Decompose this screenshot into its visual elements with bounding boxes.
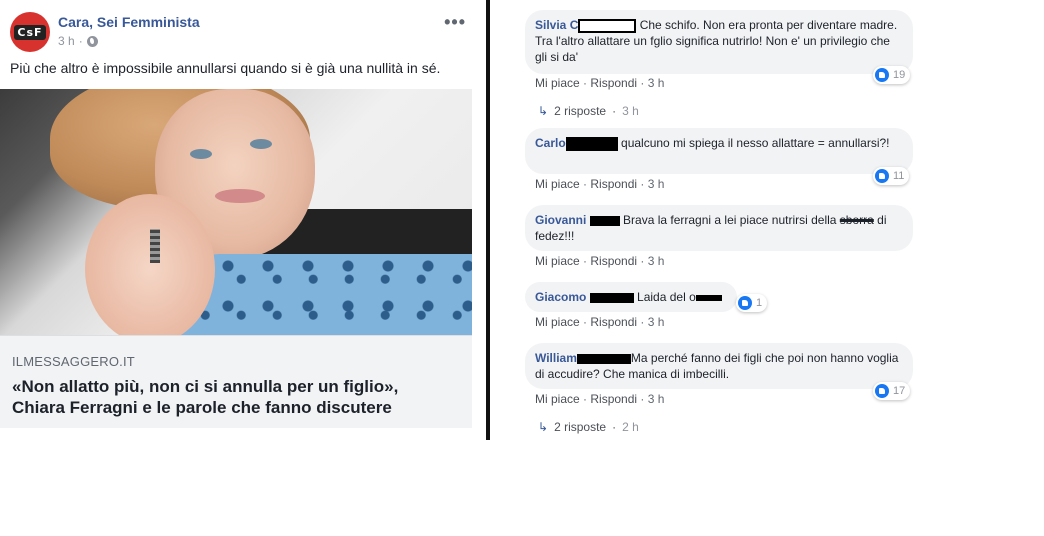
meta-separator: · (78, 34, 83, 48)
link-title[interactable]: «Non allatto più, non ci si annulla per … (12, 376, 452, 418)
redaction-bar (695, 294, 722, 301)
replies-label[interactable]: 2 risposte (554, 420, 606, 434)
comment-actions: Mi piace · Rispondi · 3 h (535, 177, 664, 191)
reply-arrow-icon: ↳ (538, 104, 549, 118)
action-separator: · (583, 254, 588, 268)
redaction-bar (578, 18, 637, 33)
reaction-count[interactable]: 19 (873, 66, 911, 84)
reply-link[interactable]: Rispondi (590, 76, 637, 90)
redaction-bar (589, 215, 620, 226)
image-lips (215, 189, 265, 203)
action-separator: · (640, 315, 645, 329)
reaction-count[interactable]: 11 (873, 167, 910, 185)
commenter-name-suffix: C (566, 18, 579, 32)
comment-actions: Mi piace · Rispondi · 3 h (535, 76, 664, 90)
link-preview[interactable]: ILMESSAGGERO.IT «Non allatto più, non ci… (0, 335, 472, 428)
comment-bubble: Giovanni Brava la ferragni a lei piace n… (525, 205, 913, 251)
commenter-name[interactable]: Carlo (535, 136, 566, 150)
reaction-count[interactable]: 1 (736, 294, 768, 312)
action-separator: · (583, 177, 588, 191)
replies-time: 2 h (622, 420, 639, 434)
commenter-name[interactable]: Giovanni (535, 213, 586, 227)
comment-time[interactable]: 3 h (648, 76, 665, 90)
image-baby-head (85, 194, 215, 335)
image-baby-eyes-pixelated (150, 229, 160, 263)
replies-time: 3 h (622, 104, 639, 118)
commenter-name[interactable]: Giacomo (535, 290, 586, 304)
link-domain: ILMESSAGGERO.IT (12, 354, 135, 369)
like-link[interactable]: Mi piace (535, 315, 580, 329)
comment-bubble: Giacomo Laida del o (525, 282, 737, 312)
image-baby-body (180, 254, 472, 335)
like-link[interactable]: Mi piace (535, 254, 580, 268)
comment-actions: Mi piace · Rispondi · 3 h (535, 315, 664, 329)
avatar-logo-text: CsF (14, 24, 46, 40)
like-link[interactable]: Mi piace (535, 76, 580, 90)
redaction-bar (589, 292, 634, 303)
more-options-icon[interactable]: ••• (444, 12, 466, 33)
action-separator: · (612, 420, 617, 434)
reply-link[interactable]: Rispondi (590, 315, 637, 329)
commenter-name[interactable]: William (535, 351, 577, 365)
post-time[interactable]: 3 h (58, 34, 75, 48)
action-separator: · (640, 254, 645, 268)
like-icon (875, 384, 889, 398)
facebook-post: CsF Cara, Sei Femminista 3 h · ••• Più c… (0, 0, 480, 440)
comment-time[interactable]: 3 h (648, 392, 665, 406)
comment-actions: Mi piace · Rispondi · 3 h (535, 392, 664, 406)
comment-bubble: Carlo qualcuno mi spiega il nesso allatt… (525, 128, 913, 174)
comment-text: Brava la ferragni a lei piace nutrirsi d… (619, 213, 840, 227)
comment-text-end: o (689, 290, 696, 304)
like-link[interactable]: Mi piace (535, 392, 580, 406)
page-avatar[interactable]: CsF (10, 12, 50, 52)
replies-label[interactable]: 2 risposte (554, 104, 606, 118)
redaction-bar (576, 353, 631, 364)
view-replies[interactable]: ↳ 2 risposte · 3 h (538, 104, 639, 118)
comment-time[interactable]: 3 h (648, 177, 665, 191)
like-icon (875, 169, 889, 183)
comment-bubble: William Ma perché fanno dei figli che poi… (525, 343, 913, 389)
globe-icon[interactable] (86, 35, 98, 47)
action-separator: · (612, 104, 617, 118)
comment-bubble: Silvia C Che schifo. Non era pronta per … (525, 10, 913, 74)
image-eye-right (250, 139, 272, 149)
post-image[interactable] (0, 89, 472, 335)
post-meta: 3 h · (58, 34, 98, 48)
page-name-link[interactable]: Cara, Sei Femminista (58, 14, 200, 30)
comment-text: qualcuno mi spiega il nesso allattare = … (617, 136, 890, 150)
reply-link[interactable]: Rispondi (590, 177, 637, 191)
reply-link[interactable]: Rispondi (590, 392, 637, 406)
comment-actions: Mi piace · Rispondi · 3 h (535, 254, 664, 268)
like-icon (738, 296, 752, 310)
commenter-name[interactable]: Silvia (535, 18, 566, 32)
struck-word: sborra (839, 213, 874, 227)
action-separator: · (640, 177, 645, 191)
like-link[interactable]: Mi piace (535, 177, 580, 191)
image-eye-left (190, 149, 212, 159)
reaction-number: 1 (756, 297, 763, 309)
action-separator: · (640, 76, 645, 90)
post-text: Più che altro è impossibile annullarsi q… (10, 60, 441, 76)
action-separator: · (640, 392, 645, 406)
reaction-number: 11 (893, 170, 905, 182)
action-separator: · (583, 76, 588, 90)
view-replies[interactable]: ↳ 2 risposte · 2 h (538, 420, 639, 434)
reaction-count[interactable]: 17 (873, 382, 911, 400)
action-separator: · (583, 315, 588, 329)
like-icon (875, 68, 889, 82)
reaction-number: 17 (893, 385, 906, 397)
comment-text: Laida del (633, 290, 690, 304)
action-separator: · (583, 392, 588, 406)
post-header: CsF Cara, Sei Femminista 3 h · ••• (10, 10, 470, 52)
comment-time[interactable]: 3 h (648, 315, 665, 329)
reaction-number: 19 (893, 69, 906, 81)
redaction-bar (565, 136, 618, 151)
reply-arrow-icon: ↳ (538, 420, 549, 434)
comment-time[interactable]: 3 h (648, 254, 665, 268)
comments-section: Silvia C Che schifo. Non era pronta per … (490, 0, 1044, 440)
reply-link[interactable]: Rispondi (590, 254, 637, 268)
